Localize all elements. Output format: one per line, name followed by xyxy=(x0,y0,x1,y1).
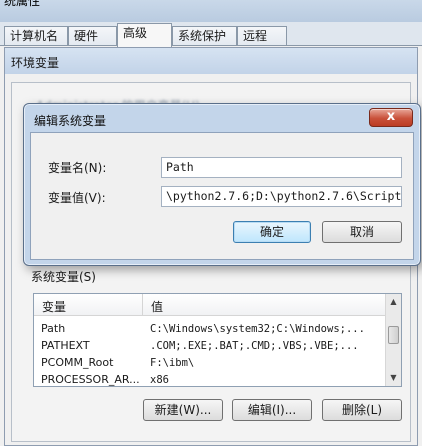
row-name: Path xyxy=(41,322,66,335)
column-divider[interactable] xyxy=(142,294,143,316)
scroll-thumb[interactable] xyxy=(388,326,399,344)
variable-name-input[interactable]: Path xyxy=(161,157,402,178)
edit-button[interactable]: 编辑(I)... xyxy=(232,399,312,421)
edit-dialog-title: 编辑系统变量 xyxy=(34,114,107,128)
row-name: PATHEXT xyxy=(41,339,90,352)
new-button[interactable]: 新建(W)... xyxy=(143,399,223,421)
environment-variables-title: 环境变量 xyxy=(11,56,60,70)
close-icon: x xyxy=(386,109,396,124)
row-value: C:\Windows\system32;C:\Windows;... xyxy=(150,323,365,335)
environment-variables-titlebar: 环境变量 xyxy=(5,48,417,74)
tab-remote[interactable]: 远程 xyxy=(237,26,287,46)
row-value: x86 xyxy=(150,374,169,386)
variable-value-label: 变量值(V): xyxy=(48,191,106,205)
table-row[interactable]: PATHEXT .COM;.EXE;.BAT;.CMD;.VBS;.VBE;..… xyxy=(34,338,387,354)
column-header-variable[interactable]: 变量 xyxy=(42,298,66,315)
edit-dialog-body: 变量名(N): Path 变量值(V): \python2.7.6;D:\pyt… xyxy=(30,132,414,260)
row-value: F:\ibm\ xyxy=(150,357,195,369)
variable-name-label: 变量名(N): xyxy=(48,161,107,175)
list-header: 变量 值 xyxy=(34,294,387,316)
column-header-value[interactable]: 值 xyxy=(151,298,163,315)
table-row[interactable]: PROCESSOR_AR... x86 xyxy=(34,372,387,386)
system-variables-label: 系统变量(S) xyxy=(31,270,96,284)
tab-computer-name[interactable]: 计算机名 xyxy=(4,26,68,46)
cancel-button[interactable]: 取消 xyxy=(322,221,402,243)
row-value: .COM;.EXE;.BAT;.CMD;.VBS;.VBE;... xyxy=(150,340,359,352)
tab-advanced[interactable]: 高级 xyxy=(117,23,172,47)
scroll-up-icon[interactable]: ▲ xyxy=(386,294,401,310)
row-name: PROCESSOR_AR... xyxy=(41,373,140,386)
tab-hardware[interactable]: 硬件 xyxy=(68,26,117,46)
tab-system-protection[interactable]: 系统保护 xyxy=(172,26,237,46)
system-properties-title: 统属性 xyxy=(4,0,41,8)
row-name: PCOMM_Root xyxy=(41,356,114,369)
vertical-scrollbar[interactable]: ▲ ▼ xyxy=(385,294,401,386)
close-button[interactable]: x xyxy=(369,108,413,127)
ok-button[interactable]: 确定 xyxy=(233,221,311,243)
edit-system-variable-dialog: 编辑系统变量 x 变量名(N): Path 变量值(V): \python2.7… xyxy=(23,103,421,266)
delete-button[interactable]: 删除(L) xyxy=(322,399,402,421)
system-properties-tabstrip: 计算机名 硬件 高级 系统保护 远程 xyxy=(0,22,422,47)
table-row[interactable]: PCOMM_Root F:\ibm\ xyxy=(34,355,387,371)
table-row[interactable]: Path C:\Windows\system32;C:\Windows;... xyxy=(34,321,387,337)
scroll-down-icon[interactable]: ▼ xyxy=(386,370,401,386)
system-properties-titlebar: 统属性 xyxy=(0,0,422,22)
system-variables-list[interactable]: 变量 值 Path C:\Windows\system32;C:\Windows… xyxy=(33,293,402,387)
variable-value-input[interactable]: \python2.7.6;D:\python2.7.6\Scripts xyxy=(161,186,402,207)
